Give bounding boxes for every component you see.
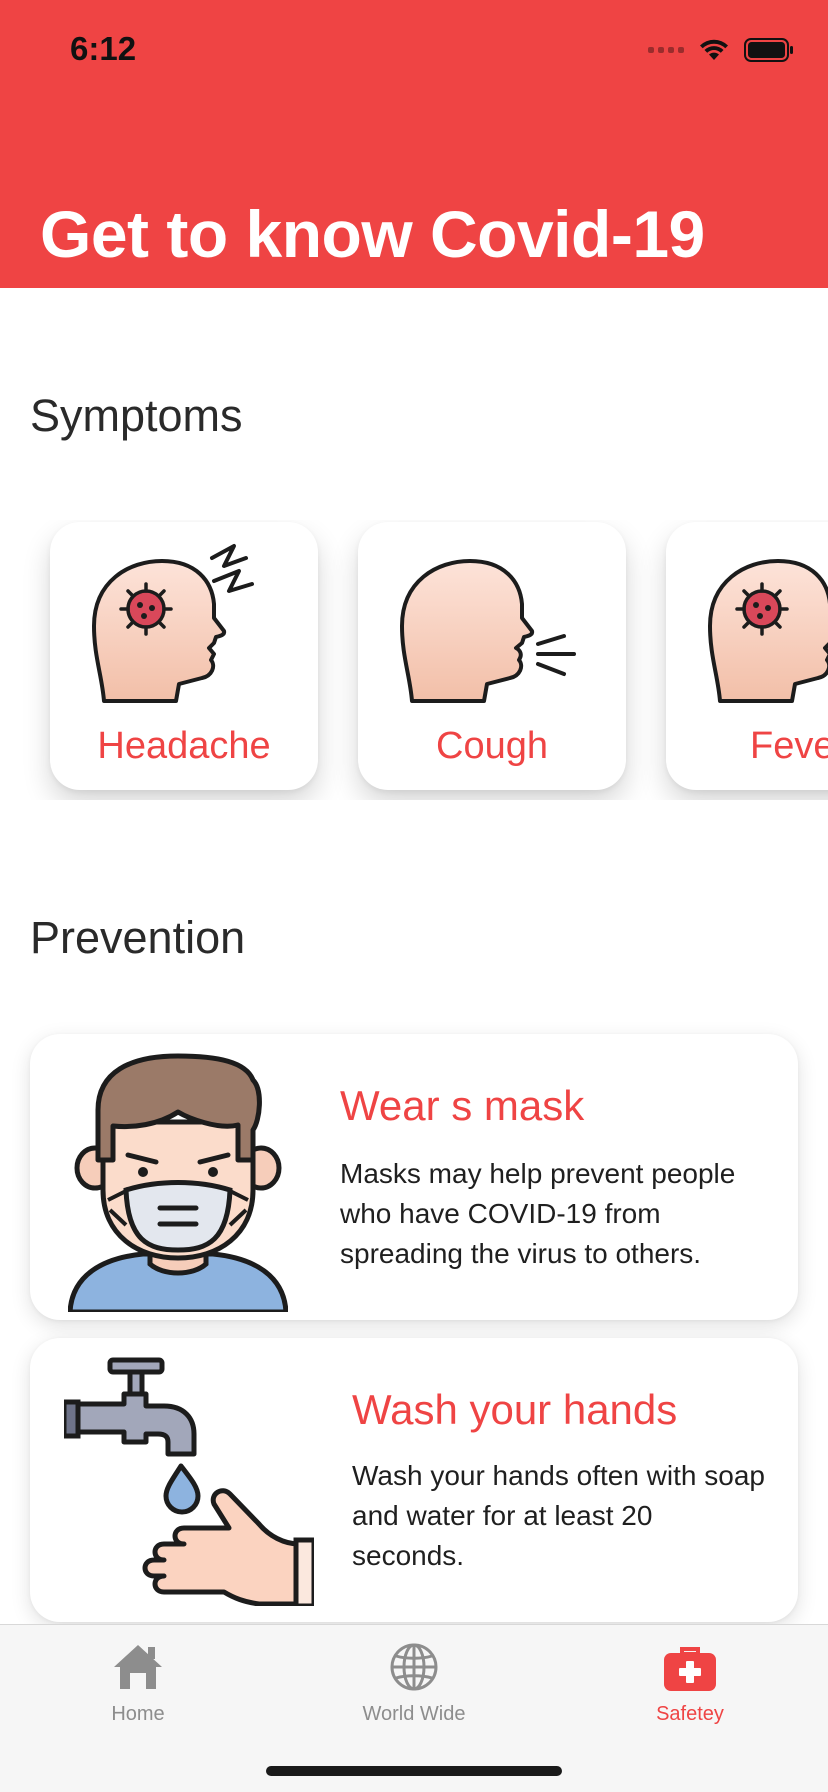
tab-safetey[interactable]: Safetey xyxy=(590,1639,790,1726)
symptoms-section-title: Symptoms xyxy=(30,390,243,441)
prevention-title: Wash your hands xyxy=(352,1386,678,1433)
header-banner: 6:12 Get to know Covid-19 xyxy=(0,0,828,288)
wifi-icon xyxy=(700,39,728,60)
headache-icon xyxy=(92,544,254,703)
symptom-card-fever[interactable]: Feve xyxy=(666,522,828,790)
mask-person-icon xyxy=(68,1053,288,1312)
page-title: Get to know Covid-19 xyxy=(40,197,705,271)
prevention-description: Masks may help prevent people who have C… xyxy=(340,1158,736,1269)
tab-world-wide[interactable]: World Wide xyxy=(314,1639,514,1726)
prevention-section-title: Prevention xyxy=(30,912,246,963)
symptom-label: Headache xyxy=(97,725,271,767)
tab-label: Home xyxy=(111,1703,165,1725)
fever-icon xyxy=(708,559,828,703)
tab-label: World Wide xyxy=(362,1703,466,1725)
battery-icon xyxy=(744,38,793,62)
home-indicator[interactable] xyxy=(266,1766,562,1776)
globe-icon xyxy=(390,1643,438,1691)
tab-label: Safetey xyxy=(656,1703,724,1725)
symptom-label: Feve xyxy=(750,725,828,767)
cough-icon xyxy=(400,559,576,703)
status-time: 6:12 xyxy=(70,30,137,67)
hand-wash-icon xyxy=(64,1357,314,1606)
symptom-card-headache[interactable]: Headache xyxy=(50,522,318,790)
cellular-icon xyxy=(648,47,684,53)
symptom-label: Cough xyxy=(436,725,548,767)
symptom-card-cough[interactable]: Cough xyxy=(358,522,626,790)
symptoms-carousel[interactable]: Headache Cough Feve xyxy=(0,520,828,800)
prevention-card-mask[interactable]: Wear s mask Masks may help prevent peopl… xyxy=(30,1034,798,1320)
prevention-card-wash-hands[interactable]: Wash your hands Wash your hands often wi… xyxy=(30,1338,798,1622)
first-aid-kit-icon xyxy=(664,1647,716,1691)
tab-home[interactable]: Home xyxy=(38,1639,238,1726)
prevention-title: Wear s mask xyxy=(340,1082,585,1129)
status-icons xyxy=(648,36,794,64)
home-icon xyxy=(114,1645,162,1689)
prevention-description: Wash your hands often with soap and wate… xyxy=(352,1460,765,1571)
